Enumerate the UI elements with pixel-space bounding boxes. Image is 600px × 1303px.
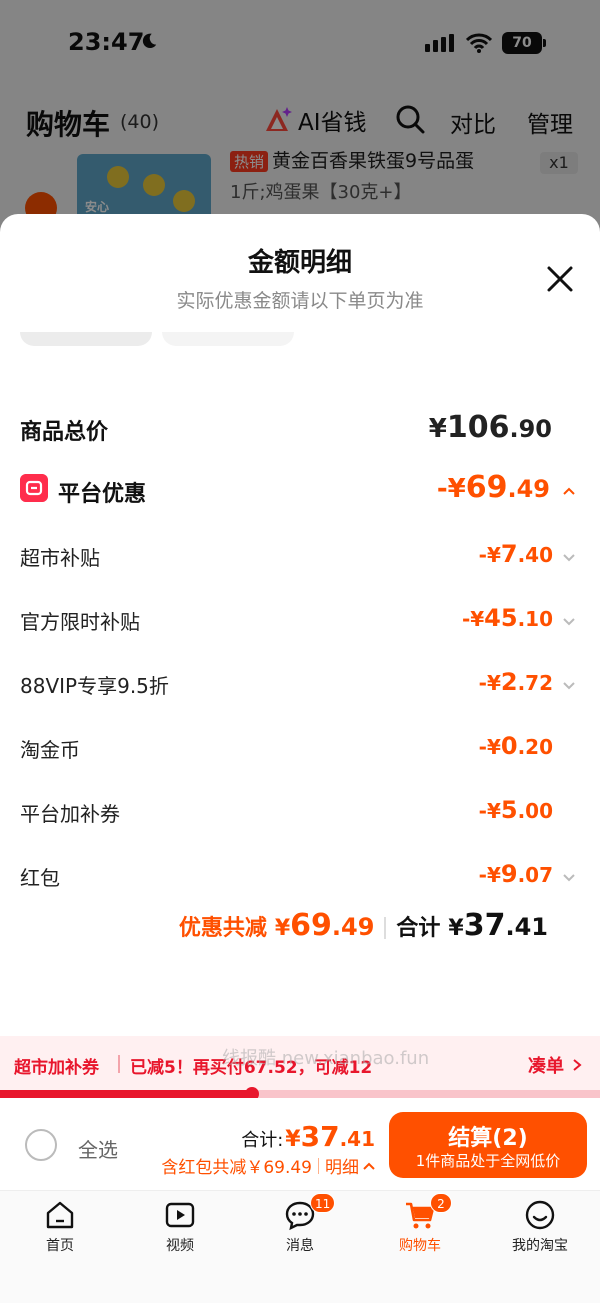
checkout-button[interactable]: 结算(2) 1件商品处于全网低价 — [389, 1112, 587, 1178]
platform-discount-row[interactable]: 平台优惠 -¥69.49 — [20, 470, 580, 512]
chevron-down-icon[interactable] — [562, 680, 576, 690]
platform-discount-amount: -¥69.49 — [436, 470, 550, 505]
tab-messages[interactable]: 11 消息 — [240, 1191, 360, 1261]
divider — [384, 917, 387, 939]
progress-fill — [0, 1090, 252, 1098]
red-packet-discount-text: 含红包共减￥69.49 — [161, 1158, 312, 1178]
page: 23:47 70 购物车 (40) AI省钱 对比 管理 安心 热销 黄金百香果… — [0, 0, 600, 1303]
coupon-title: 超市加补券 — [14, 1058, 99, 1078]
coupon-progress-bar — [0, 1087, 600, 1101]
discount-summary: 优惠共减 ¥ 69 .49 合计 ¥ 37 .41 — [178, 908, 548, 943]
discount-detail-label: 官方限时补贴 — [20, 610, 140, 634]
checkout-discount-info[interactable]: 含红包共减￥69.49 明细 — [161, 1153, 375, 1178]
hidden-tab-pill — [20, 332, 152, 346]
discount-detail-row: 平台加补券 -¥5.00 — [20, 792, 580, 832]
tab-label: 首页 — [46, 1238, 74, 1254]
hidden-tab-pill — [162, 332, 294, 346]
discount-detail-amount: -¥2.72 — [478, 668, 553, 696]
discount-total-label: 优惠共减 — [178, 916, 267, 941]
checkout-button-sublabel: 1件商品处于全网低价 — [415, 1152, 561, 1170]
discount-detail-label: 超市补贴 — [20, 546, 100, 570]
checkout-total-amount: 37 — [300, 1120, 340, 1153]
profile-icon — [525, 1200, 555, 1230]
select-all-label[interactable]: 全选 — [78, 1134, 118, 1163]
discount-detail-amount: -¥9.07 — [478, 860, 553, 888]
add-items-link[interactable]: 凑单 — [528, 1052, 564, 1078]
checkout-button-label: 结算(2) — [448, 1126, 528, 1151]
sum-amount: 37 — [463, 908, 506, 943]
goods-total-row: 商品总价 ¥106.90 — [20, 410, 580, 450]
tab-cart[interactable]: 2 购物车 — [360, 1191, 480, 1261]
tab-video[interactable]: 视频 — [120, 1191, 240, 1261]
tab-label: 消息 — [286, 1238, 314, 1254]
tab-label: 购物车 — [399, 1238, 441, 1254]
chevron-up-icon[interactable] — [562, 486, 576, 496]
discount-detail-amount: -¥45.10 — [461, 604, 553, 632]
discount-detail-amount: -¥7.40 — [478, 540, 553, 568]
discount-detail-row[interactable]: 红包 -¥9.07 — [20, 856, 580, 896]
goods-total-label: 商品总价 — [20, 420, 109, 445]
chevron-up-icon[interactable] — [363, 1162, 375, 1170]
discount-detail-label: 红包 — [20, 866, 60, 890]
sheet-title: 金额明细 — [247, 248, 352, 278]
tab-label: 我的淘宝 — [512, 1238, 568, 1254]
video-icon — [165, 1202, 195, 1228]
message-badge: 11 — [310, 1193, 336, 1213]
detail-toggle[interactable]: 明细 — [325, 1153, 359, 1178]
chevron-down-icon[interactable] — [562, 872, 576, 882]
tab-bar: 首页 视频 11 消息 2 购物车 我的淘宝 — [0, 1190, 600, 1303]
chevron-down-icon[interactable] — [562, 616, 576, 626]
cart-badge: 2 — [430, 1193, 452, 1213]
goods-total-amount: ¥106.90 — [428, 410, 552, 445]
chevron-down-icon[interactable] — [562, 552, 576, 562]
close-icon[interactable] — [545, 264, 575, 294]
discount-detail-row: 淘金币 -¥0.20 — [20, 728, 580, 768]
sheet-subtitle: 实际优惠金额请以下单页为准 — [176, 290, 424, 312]
tab-profile[interactable]: 我的淘宝 — [480, 1191, 600, 1261]
checkout-total: 合计: ¥ 37 .41 — [241, 1120, 375, 1153]
chevron-right-icon[interactable] — [572, 1058, 582, 1072]
watermark: 线报酷 new.xianbao.fun — [222, 1048, 430, 1069]
discount-detail-label: 平台加补券 — [20, 802, 120, 826]
platform-discount-icon — [20, 474, 48, 502]
sum-label: 合计 — [396, 916, 441, 941]
checkout-bar: 全选 合计: ¥ 37 .41 含红包共减￥69.49 明细 结算(2) 1件商… — [0, 1098, 600, 1190]
discount-detail-row[interactable]: 官方限时补贴 -¥45.10 — [20, 600, 580, 640]
discount-detail-label: 88VIP专享9.5折 — [20, 674, 169, 698]
home-icon — [46, 1201, 74, 1229]
divider — [118, 1055, 120, 1073]
discount-detail-amount: -¥5.00 — [478, 796, 553, 824]
select-all-checkbox[interactable] — [25, 1129, 57, 1161]
discount-detail-row[interactable]: 超市补贴 -¥7.40 — [20, 536, 580, 576]
discount-detail-label: 淘金币 — [20, 738, 80, 762]
tab-home[interactable]: 首页 — [0, 1191, 120, 1261]
platform-discount-label: 平台优惠 — [58, 482, 147, 507]
tab-label: 视频 — [166, 1238, 194, 1254]
discount-detail-amount: -¥0.20 — [478, 732, 553, 760]
discount-detail-row[interactable]: 88VIP专享9.5折 -¥2.72 — [20, 664, 580, 704]
checkout-total-label: 合计: — [241, 1130, 284, 1151]
discount-total-amount: 69 — [290, 908, 332, 943]
